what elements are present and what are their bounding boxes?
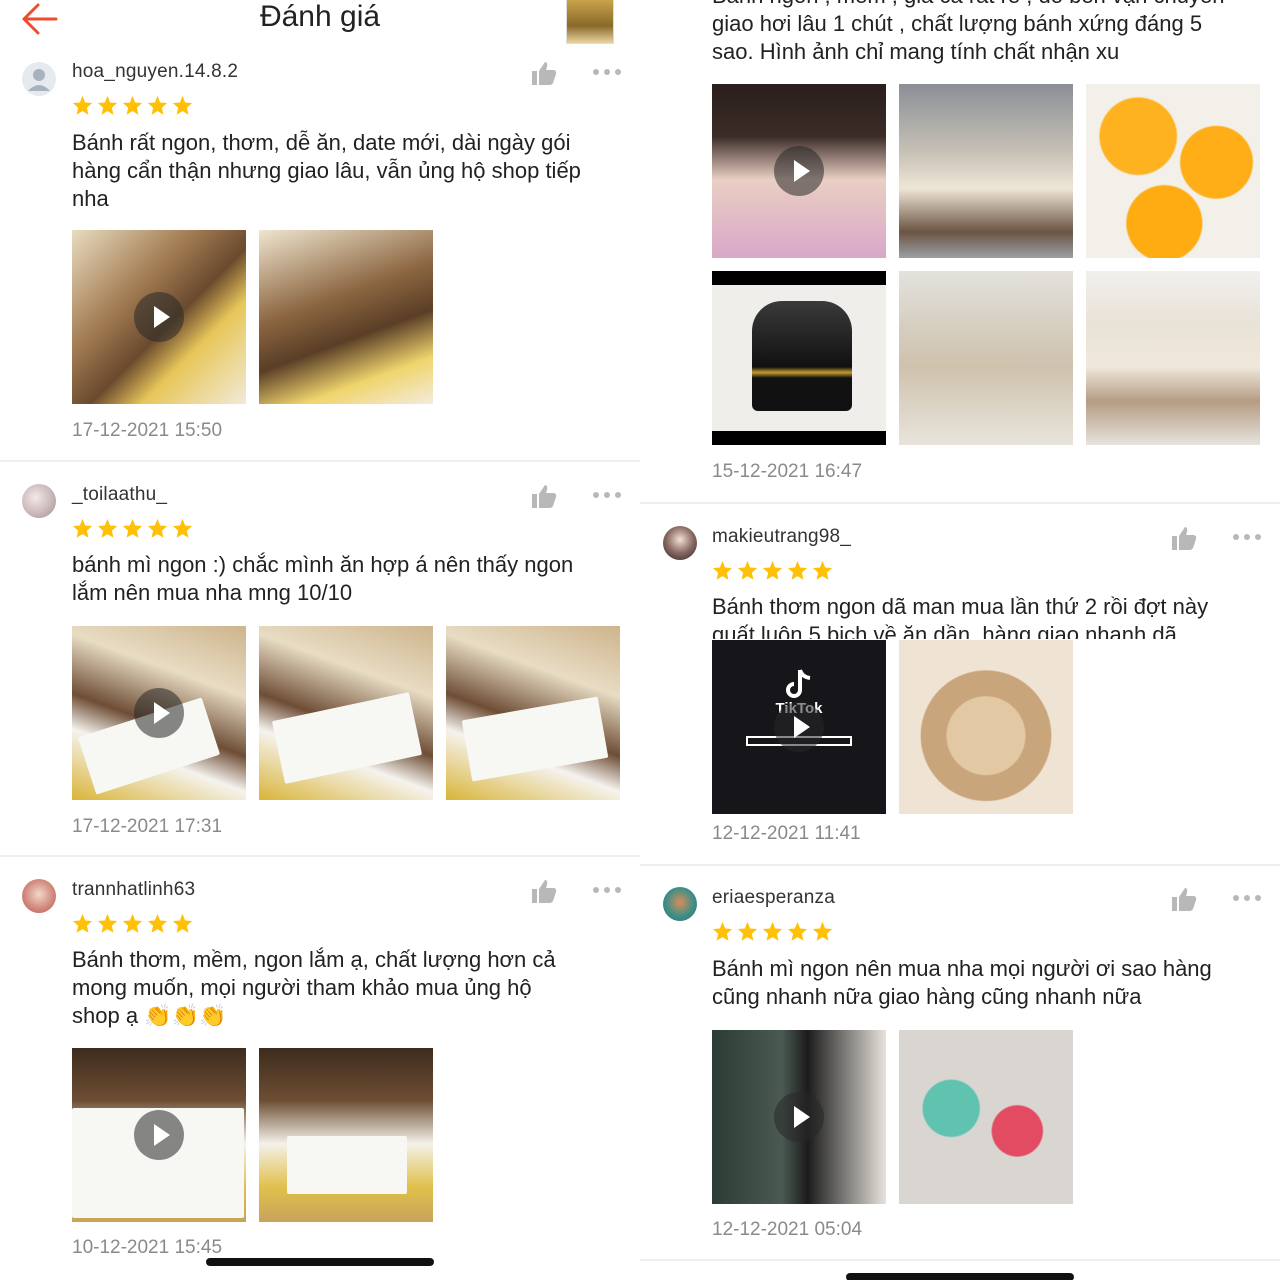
review-timestamp: 10-12-2021 15:45 bbox=[72, 1237, 223, 1258]
review-text-line: Bánh mì ngon nên mua nha mọi người ơi sa… bbox=[712, 956, 1212, 981]
star-icon bbox=[172, 913, 193, 933]
review-username[interactable]: trannhatlinh63 bbox=[72, 879, 195, 901]
review-username[interactable]: eriaesperanza bbox=[712, 887, 835, 909]
star-icon bbox=[812, 921, 833, 941]
review-text-line: shop ạ 👏👏👏 bbox=[72, 1003, 227, 1028]
user-avatar[interactable] bbox=[663, 887, 697, 921]
review-video-thumbnail[interactable] bbox=[72, 1048, 246, 1222]
home-indicator[interactable] bbox=[846, 1273, 1074, 1280]
review-photo[interactable] bbox=[259, 1048, 433, 1222]
review-text-line: cũng nhanh nữa giao hàng cũng nhanh nữa bbox=[712, 984, 1142, 1009]
review-text-line: Bánh thơm, mềm, ngon lắm ạ, chất lượng h… bbox=[72, 947, 556, 972]
user-avatar[interactable] bbox=[22, 879, 56, 913]
thumbs-up-icon[interactable] bbox=[530, 878, 558, 904]
star-icon bbox=[737, 921, 758, 941]
review-timestamp: 12-12-2021 05:04 bbox=[712, 1219, 863, 1240]
play-icon[interactable] bbox=[774, 1092, 824, 1142]
home-indicator[interactable] bbox=[206, 1258, 434, 1266]
product-label-photo bbox=[287, 1136, 407, 1194]
more-dots-icon[interactable] bbox=[592, 885, 622, 895]
star-rating bbox=[72, 913, 193, 937]
right-screenshot-panel: Bánh ngon , mềm , giá cả rất rẻ , đó bên… bbox=[640, 0, 1280, 1280]
review-item: trannhatlinh63 Bánh thơm, mềm, ngon lắm … bbox=[0, 0, 640, 1280]
more-dots-icon[interactable] bbox=[1232, 893, 1262, 903]
review-video-thumbnail[interactable] bbox=[712, 1030, 886, 1204]
review-text-line: mong muốn, mọi người tham khảo mua ủng h… bbox=[72, 975, 532, 1000]
star-icon bbox=[122, 913, 143, 933]
star-icon bbox=[147, 913, 168, 933]
review-text: Bánh mì ngon nên mua nha mọi người ơi sa… bbox=[712, 955, 1268, 1011]
review-photo[interactable] bbox=[899, 1030, 1073, 1204]
star-icon bbox=[712, 921, 733, 941]
review-item: eriaesperanza Bánh mì ngon nên mua nha m… bbox=[640, 0, 1280, 1260]
star-icon bbox=[97, 913, 118, 933]
star-icon bbox=[72, 913, 93, 933]
play-icon[interactable] bbox=[134, 1110, 184, 1160]
review-text: Bánh thơm, mềm, ngon lắm ạ, chất lượng h… bbox=[72, 946, 628, 1030]
star-icon bbox=[787, 921, 808, 941]
thumbs-up-icon[interactable] bbox=[1170, 886, 1198, 912]
star-icon bbox=[762, 921, 783, 941]
divider bbox=[640, 1259, 1280, 1261]
star-rating bbox=[712, 921, 833, 945]
left-screenshot-panel: Đánh giá hoa_nguyen.14.8.2 Bánh rất ngon… bbox=[0, 0, 640, 1280]
